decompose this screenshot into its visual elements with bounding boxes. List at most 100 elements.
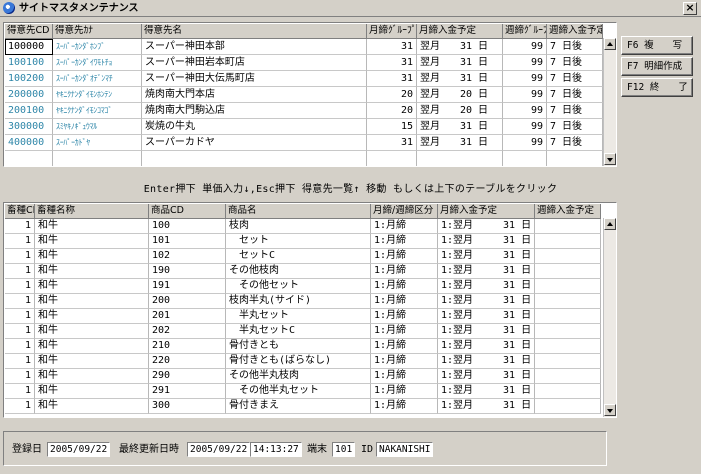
cell-week-payment[interactable]: 7 日後: [547, 135, 603, 151]
cell-breed-code[interactable]: 1: [5, 249, 35, 264]
cell-month-payment[interactable]: 1:翌月 31 日: [438, 279, 535, 294]
scroll-up-button[interactable]: [604, 218, 616, 230]
cell-name[interactable]: スーパー神田岩本町店: [142, 55, 367, 71]
cell-month-payment[interactable]: 1:翌月 31 日: [438, 219, 535, 234]
cell-closing-type[interactable]: 1:月締: [371, 234, 438, 249]
cell-breed-name[interactable]: 和牛: [35, 294, 149, 309]
table-row[interactable]: 200000 ﾔｷﾆｸﾅﾝﾀﾞｲﾓﾝﾎﾝﾃﾝ 焼肉南大門本店 20 翌月 20 日 99 7…: [5, 87, 603, 104]
cell-month-group[interactable]: 31: [367, 135, 417, 151]
cell-product-name[interactable]: その他半丸セット: [226, 384, 371, 399]
table-row[interactable]: 400000 ｽｰﾊﾟｰｶﾄﾞﾔ スーパーカドヤ 31 翌月 31 日 99 7 日後: [5, 135, 603, 152]
cell-product-code[interactable]: 102: [149, 249, 226, 264]
cell-product-code[interactable]: 290: [149, 369, 226, 384]
cell-breed-name[interactable]: 和牛: [35, 339, 149, 354]
cell-month-payment[interactable]: 1:翌月 31 日: [438, 399, 535, 414]
cell-week-payment[interactable]: [535, 369, 601, 384]
cell-week-payment[interactable]: [535, 339, 601, 354]
cell-code[interactable]: 100000: [5, 39, 53, 55]
cell-product-name[interactable]: セット: [226, 234, 371, 249]
cell-name[interactable]: 焼肉南大門本店: [142, 87, 367, 103]
cell-breed-name[interactable]: 和牛: [35, 324, 149, 339]
cell-week-payment[interactable]: [535, 324, 601, 339]
cell-closing-type[interactable]: 1:月締: [371, 354, 438, 369]
cell-month-payment[interactable]: [417, 151, 503, 166]
copy-button[interactable]: F6 複 写: [621, 36, 693, 55]
cell-week-payment[interactable]: 7 日後: [547, 87, 603, 103]
cell-breed-name[interactable]: 和牛: [35, 369, 149, 384]
exit-button[interactable]: F12 終 了: [621, 78, 693, 97]
cell-week-payment[interactable]: [535, 309, 601, 324]
cell-breed-code[interactable]: 1: [5, 399, 35, 414]
cell-breed-code[interactable]: 1: [5, 279, 35, 294]
cell-code[interactable]: 300000: [5, 119, 53, 135]
cell-month-payment[interactable]: 翌月 20 日: [417, 103, 503, 119]
cell-product-name[interactable]: 骨付きとも: [226, 339, 371, 354]
cell-product-code[interactable]: 100: [149, 219, 226, 234]
cell-week-group[interactable]: 99: [503, 135, 547, 151]
cell-product-name[interactable]: 半丸セットC: [226, 324, 371, 339]
cell-month-payment[interactable]: 1:翌月 31 日: [438, 249, 535, 264]
create-detail-button[interactable]: F7 明細作成: [621, 57, 693, 76]
cell-kana[interactable]: ｽｰﾊﾟｰｶﾄﾞﾔ: [53, 135, 142, 151]
table-row[interactable]: 1 和牛 300 骨付きまえ 1:月締 1:翌月 31 日: [5, 399, 601, 416]
cell-product-code[interactable]: 210: [149, 339, 226, 354]
cell-product-code[interactable]: 291: [149, 384, 226, 399]
cell-month-payment[interactable]: 1:翌月 31 日: [438, 339, 535, 354]
cell-code[interactable]: [5, 151, 53, 166]
cell-breed-code[interactable]: 1: [5, 354, 35, 369]
table-row[interactable]: [5, 151, 603, 166]
cell-breed-code[interactable]: 1: [5, 294, 35, 309]
cell-month-group[interactable]: 15: [367, 119, 417, 135]
cell-week-payment[interactable]: 7 日後: [547, 119, 603, 135]
cell-kana[interactable]: ｽｰﾊﾟｰｶﾝﾀﾞﾎﾝﾌﾞ: [53, 39, 142, 55]
cell-breed-name[interactable]: 和牛: [35, 234, 149, 249]
cell-product-code[interactable]: 191: [149, 279, 226, 294]
cell-week-payment[interactable]: 7 日後: [547, 103, 603, 119]
table-row[interactable]: 200100 ﾔｷﾆｸﾅﾝﾀﾞｲﾓﾝｺﾏｺﾞ 焼肉南大門駒込店 20 翌月 20 日 99…: [5, 103, 603, 120]
cell-name[interactable]: スーパー神田本部: [142, 39, 367, 55]
cell-month-payment[interactable]: 1:翌月 31 日: [438, 309, 535, 324]
cell-code[interactable]: 400000: [5, 135, 53, 151]
cell-week-payment[interactable]: [535, 399, 601, 414]
customer-table[interactable]: 得意先CD得意先ｶﾅ得意先名月締ｸﾞﾙｰﾌﾟ月締入金予定週締ｸﾞﾙｰﾌﾟ週締入金…: [3, 22, 617, 167]
cell-month-payment[interactable]: 翌月 31 日: [417, 39, 503, 55]
cell-month-payment[interactable]: 1:翌月 31 日: [438, 369, 535, 384]
cell-week-payment[interactable]: 7 日後: [547, 71, 603, 87]
cell-code[interactable]: 100200: [5, 71, 53, 87]
cell-closing-type[interactable]: 1:月締: [371, 219, 438, 234]
cell-closing-type[interactable]: 1:月締: [371, 264, 438, 279]
cell-product-name[interactable]: その他セット: [226, 279, 371, 294]
cell-breed-code[interactable]: 1: [5, 234, 35, 249]
cell-breed-code[interactable]: 1: [5, 219, 35, 234]
cell-kana[interactable]: ｽｰﾊﾟｰｶﾝﾀﾞｵﾃﾞﾝﾏﾁ: [53, 71, 142, 87]
cell-breed-code[interactable]: 1: [5, 324, 35, 339]
cell-product-name[interactable]: セットC: [226, 249, 371, 264]
cell-product-code[interactable]: 220: [149, 354, 226, 369]
cell-week-payment[interactable]: [535, 219, 601, 234]
cell-product-name[interactable]: 枝肉: [226, 219, 371, 234]
cell-product-name[interactable]: 半丸セット: [226, 309, 371, 324]
cell-kana[interactable]: ﾔｷﾆｸﾅﾝﾀﾞｲﾓﾝﾎﾝﾃﾝ: [53, 87, 142, 103]
customer-table-scrollbar[interactable]: [603, 38, 616, 166]
cell-month-payment[interactable]: 1:翌月 31 日: [438, 384, 535, 399]
cell-week-group[interactable]: 99: [503, 103, 547, 119]
scroll-down-button[interactable]: [604, 153, 616, 165]
cell-product-name[interactable]: 枝肉半丸(サイド): [226, 294, 371, 309]
cell-product-name[interactable]: 骨付きまえ: [226, 399, 371, 414]
cell-breed-name[interactable]: 和牛: [35, 354, 149, 369]
cell-closing-type[interactable]: 1:月締: [371, 249, 438, 264]
cell-kana[interactable]: ﾔｷﾆｸﾅﾝﾀﾞｲﾓﾝｺﾏｺﾞ: [53, 103, 142, 119]
cell-kana[interactable]: [53, 151, 142, 166]
cell-name[interactable]: [142, 151, 367, 166]
cell-breed-code[interactable]: 1: [5, 309, 35, 324]
cell-name[interactable]: 炭焼の牛丸: [142, 119, 367, 135]
cell-month-payment[interactable]: 1:翌月 31 日: [438, 324, 535, 339]
cell-month-group[interactable]: 31: [367, 39, 417, 55]
cell-week-group[interactable]: 99: [503, 119, 547, 135]
cell-week-payment[interactable]: [535, 234, 601, 249]
cell-week-payment[interactable]: [535, 294, 601, 309]
cell-product-name[interactable]: 骨付きとも(ばらなし): [226, 354, 371, 369]
cell-week-payment[interactable]: [535, 279, 601, 294]
cell-week-group[interactable]: 99: [503, 87, 547, 103]
cell-closing-type[interactable]: 1:月締: [371, 384, 438, 399]
